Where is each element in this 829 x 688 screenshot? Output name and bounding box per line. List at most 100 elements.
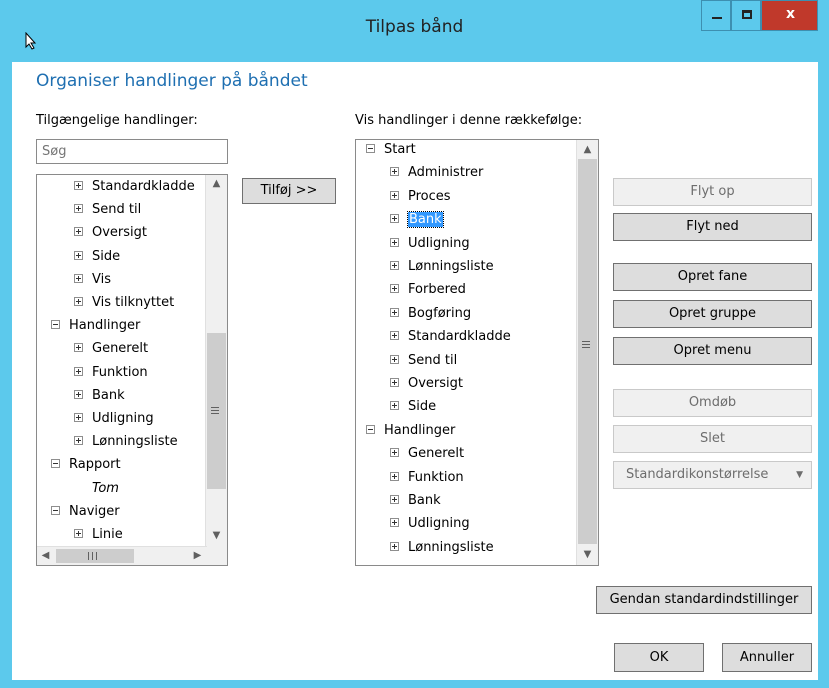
collapse-icon[interactable]	[366, 144, 375, 153]
expand-icon[interactable]	[390, 448, 399, 458]
tree-item[interactable]: Rapport	[51, 454, 121, 476]
minimize-button[interactable]	[701, 0, 731, 31]
expand-icon[interactable]	[390, 518, 399, 528]
tree-item[interactable]: Generelt	[390, 443, 464, 465]
close-button[interactable]: x	[761, 0, 818, 31]
scroll-right-arrow-icon[interactable]: ▶	[189, 547, 206, 565]
collapse-icon[interactable]	[51, 320, 60, 330]
tree-item[interactable]: Send til	[74, 199, 141, 221]
tree-item[interactable]: Handlinger	[51, 315, 140, 337]
tree-item[interactable]: Bank	[74, 385, 125, 407]
tree-item[interactable]: Lønningsliste	[74, 431, 178, 453]
expand-icon[interactable]	[74, 529, 83, 538]
tree-item[interactable]: Naviger	[51, 501, 120, 523]
tree-item[interactable]: Generelt	[74, 338, 148, 360]
delete-button[interactable]: Slet	[613, 425, 812, 453]
tree-item-label: Proces	[408, 188, 451, 204]
tree-item[interactable]: Proces	[390, 186, 451, 208]
expand-icon[interactable]	[74, 181, 83, 190]
tree-item[interactable]: Oversigt	[74, 222, 147, 244]
available-vertical-scrollbar[interactable]: ▲ ▼	[205, 175, 227, 546]
scroll-up-arrow-icon[interactable]: ▲	[206, 175, 227, 192]
scroll-left-arrow-icon[interactable]: ◀	[37, 547, 54, 565]
available-horizontal-scrollbar[interactable]: ◀ ▶	[37, 546, 227, 565]
scroll-up-arrow-icon[interactable]: ▲	[577, 141, 598, 158]
expand-icon[interactable]	[390, 354, 399, 364]
order-vertical-scrollbar[interactable]: ▲ ▼	[576, 140, 598, 565]
collapse-icon[interactable]	[366, 424, 375, 434]
tree-item[interactable]: Vis tilknyttet	[74, 292, 174, 314]
scroll-thumb[interactable]	[207, 333, 226, 489]
rename-button[interactable]: Omdøb	[613, 389, 812, 417]
tree-item[interactable]: Lønningsliste	[390, 537, 494, 559]
tree-item[interactable]: Administrer	[390, 162, 483, 184]
tree-item[interactable]: Tom	[92, 478, 119, 500]
expand-icon[interactable]	[390, 167, 399, 177]
tree-item[interactable]: Bank	[390, 490, 441, 512]
expand-icon[interactable]	[390, 261, 399, 270]
available-actions-tree[interactable]: Standardkladde Send til Oversigt Side Vis Vis…	[36, 174, 228, 566]
tree-item[interactable]: Linie	[74, 524, 123, 546]
tree-item[interactable]: Funktion	[74, 362, 148, 384]
expand-icon[interactable]	[74, 343, 83, 353]
expand-icon[interactable]	[390, 284, 399, 294]
tree-item[interactable]: Funktion	[390, 467, 464, 489]
move-down-button[interactable]: Flyt ned	[613, 213, 812, 241]
tree-item[interactable]: Bank	[390, 209, 444, 231]
horizontal-scroll-thumb[interactable]	[56, 549, 134, 563]
expand-icon[interactable]	[74, 273, 83, 283]
expand-icon[interactable]	[74, 389, 83, 399]
display-order-tree[interactable]: Start Administrer Proces Bank Udligning Lønni…	[355, 139, 599, 566]
scroll-down-arrow-icon[interactable]: ▼	[577, 546, 598, 563]
tree-item[interactable]: Side	[390, 396, 436, 418]
maximize-button[interactable]	[731, 0, 761, 31]
expand-icon[interactable]	[390, 214, 399, 224]
tree-item[interactable]: Standardkladde	[390, 326, 511, 348]
expand-icon[interactable]	[74, 250, 83, 260]
collapse-icon[interactable]	[51, 505, 60, 515]
icon-size-dropdown[interactable]: Standardikonstørrelse ▼	[613, 461, 812, 489]
tree-item[interactable]: Oversigt	[390, 373, 463, 395]
expand-icon[interactable]	[74, 227, 83, 237]
expand-icon[interactable]	[74, 366, 83, 376]
tree-item[interactable]: Side	[74, 246, 120, 268]
tree-item-label: Oversigt	[92, 225, 148, 241]
expand-icon[interactable]	[74, 297, 83, 306]
scroll-down-arrow-icon[interactable]: ▼	[206, 527, 227, 544]
cancel-button[interactable]: Annuller	[722, 643, 812, 672]
expand-icon[interactable]	[390, 190, 399, 200]
scroll-thumb[interactable]	[578, 159, 597, 544]
tree-item[interactable]: Udligning	[390, 513, 470, 535]
tree-item[interactable]: Start	[366, 140, 416, 161]
expand-icon[interactable]	[390, 237, 399, 247]
tree-item[interactable]: Udligning	[390, 233, 470, 255]
search-input[interactable]	[36, 139, 228, 164]
move-up-button[interactable]: Flyt op	[613, 178, 812, 206]
expand-icon[interactable]	[390, 495, 399, 504]
tree-item[interactable]: Standardkladde	[74, 176, 195, 198]
tree-item[interactable]: Vis	[74, 269, 111, 291]
expand-icon[interactable]	[74, 204, 83, 214]
expand-icon[interactable]	[390, 331, 399, 341]
ok-button[interactable]: OK	[614, 643, 704, 672]
create-tab-button[interactable]: Opret fane	[613, 263, 812, 291]
tree-item[interactable]: Bogføring	[390, 303, 471, 325]
expand-icon[interactable]	[74, 436, 83, 446]
tree-item[interactable]: Handlinger	[366, 420, 455, 442]
tree-item-label: Tom	[92, 480, 119, 496]
expand-icon[interactable]	[390, 471, 399, 481]
expand-icon[interactable]	[390, 541, 399, 551]
add-button[interactable]: Tilføj >>	[242, 178, 336, 204]
expand-icon[interactable]	[390, 378, 399, 387]
expand-icon[interactable]	[390, 307, 399, 317]
expand-icon[interactable]	[390, 401, 399, 411]
tree-item[interactable]: Lønningsliste	[390, 256, 494, 278]
restore-defaults-button[interactable]: Gendan standardindstillinger	[596, 586, 812, 614]
expand-icon[interactable]	[74, 413, 83, 422]
tree-item[interactable]: Send til	[390, 350, 457, 372]
create-menu-button[interactable]: Opret menu	[613, 337, 812, 365]
tree-item[interactable]: Udligning	[74, 408, 154, 430]
create-group-button[interactable]: Opret gruppe	[613, 300, 812, 328]
tree-item[interactable]: Forbered	[390, 279, 466, 301]
collapse-icon[interactable]	[51, 459, 60, 469]
